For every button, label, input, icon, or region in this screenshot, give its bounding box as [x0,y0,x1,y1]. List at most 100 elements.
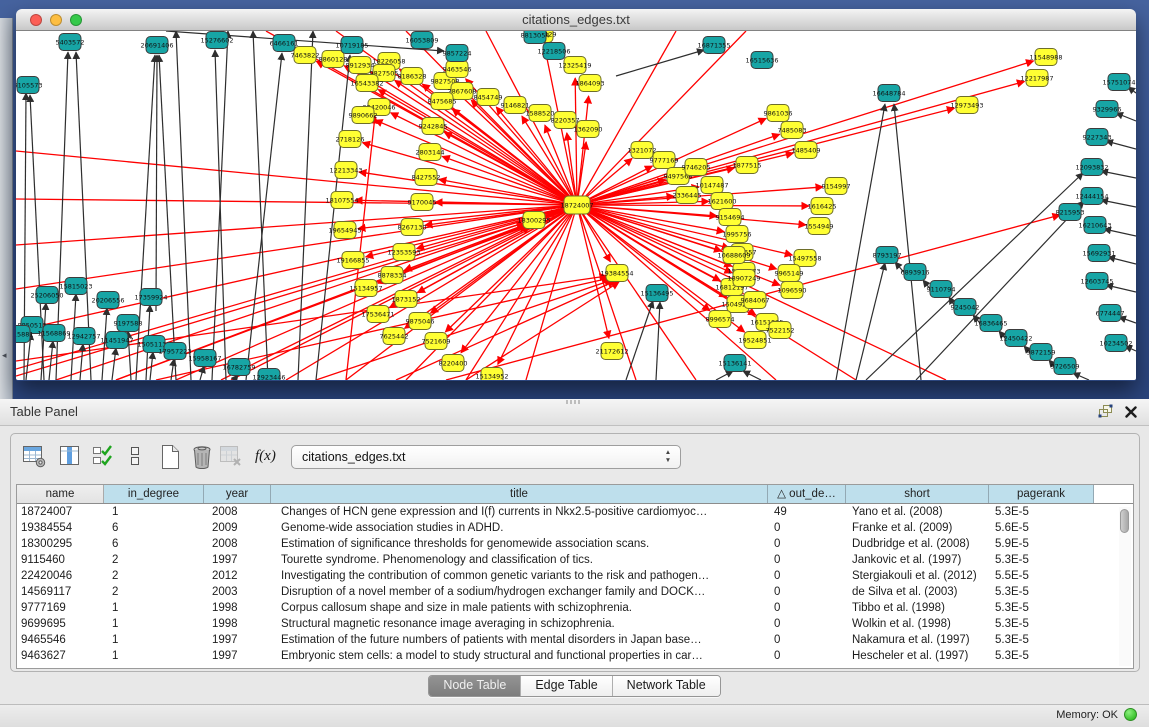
table-cell: 5.3E-5 [989,616,1094,632]
table-row[interactable]: 1872400712008Changes of HCN gene express… [17,504,1133,520]
function-builder-icon[interactable]: f(x) [255,448,276,465]
tab-network-table[interactable]: Network Table [613,676,720,696]
table-cell: Nakamura et al. (1997) [846,632,989,648]
table-row[interactable]: 969969511998Structural magnetic resonanc… [17,616,1133,632]
graph-node-label: 12325419 [558,61,591,69]
select-all-icon[interactable] [91,443,115,474]
table-container: f(x) citations_edges.txt ▲▼ namein_degre… [10,433,1140,672]
graph-node-label: 1362090 [574,125,603,133]
table-cell: 1998 [204,600,271,616]
graph-node-label: 17957223 [158,347,191,355]
table-cell: 1998 [204,616,271,632]
graph-edge-black [894,104,921,380]
graph-node-label: 8912934 [346,61,375,69]
window-title-bar[interactable]: citations_edges.txt [16,9,1136,31]
table-settings-icon[interactable] [21,443,47,474]
table-row[interactable]: 946554611997Estimation of the future num… [17,632,1133,648]
toggle-column-icon[interactable] [57,443,83,474]
graph-node-label: 15134952 [475,372,508,380]
column-header-title[interactable]: title [271,485,768,503]
graph-node-label: 1995756 [723,230,752,238]
table-cell: 5.3E-5 [989,600,1094,616]
graph-node-label: 11568869 [37,329,70,337]
table-header-row: namein_degreeyeartitle△ out_de…shortpage… [17,485,1133,504]
zoom-window-button[interactable] [70,14,82,26]
table-cell: Structural magnetic resonance image aver… [271,616,768,632]
graph-edge-black [1116,113,1136,121]
graph-node-label: 8220400 [439,359,468,367]
graph-node-label: 12218506 [537,47,570,55]
graph-edge-black [212,31,228,380]
graph-node-label: 17536471 [361,310,394,318]
close-window-button[interactable] [30,14,42,26]
table-cell: 18724007 [17,504,104,520]
graph-node-label: 12942757 [67,332,100,340]
table-row[interactable]: 1456911722003Disruption of a novel membe… [17,584,1133,600]
table-row[interactable]: 1830029562008Estimation of significance … [17,536,1133,552]
graph-node-label: 12923446 [252,373,285,380]
table-cell: 0 [768,648,846,664]
table-cell: 0 [768,600,846,616]
panel-resize-grip[interactable] [566,400,580,404]
table-cell: 2008 [204,504,271,520]
table-cell: 2008 [204,536,271,552]
memory-status-label: Memory: OK [1056,709,1118,721]
graph-edge-black [246,53,282,380]
graph-edge-black [836,104,885,380]
table-cell: Corpus callosum shape and size in male p… [271,600,768,616]
collapse-arrow-icon[interactable]: ◂ [2,350,7,361]
close-panel-icon[interactable] [1125,405,1137,423]
graph-edge-black [1073,373,1089,380]
table-row[interactable]: 977716911998Corpus callosum shape and si… [17,600,1133,616]
scrollbar-thumb[interactable] [1120,509,1129,533]
network-canvas[interactable]: 2242004698906622718126122133431810755419… [16,31,1136,380]
tab-edge-table[interactable]: Edge Table [521,676,612,696]
graph-node-label: 7522152 [766,326,795,334]
table-row[interactable]: 2242004622012Investigating the contribut… [17,568,1133,584]
graph-node-label: 9105573 [16,81,42,89]
graph-node-label: 9890662 [349,111,378,119]
graph-node-label: 15958167 [188,354,221,362]
graph-node-label: 9154694 [716,213,745,221]
column-header-name[interactable]: name [17,485,104,503]
tab-node-table[interactable]: Node Table [429,676,521,696]
graph-edge-black [743,371,761,380]
table-row[interactable]: 1938455462009Genome-wide association stu… [17,520,1133,536]
memory-status-icon[interactable] [1124,708,1137,721]
graph-node-label: 8215953 [1056,208,1085,216]
minimize-window-button[interactable] [50,14,62,26]
column-header-in_degree[interactable]: in_degree [104,485,204,503]
clear-selection-icon[interactable] [129,443,141,474]
graph-node-label: 16782759 [222,363,255,371]
graph-node-label: 1321072 [628,146,657,154]
column-header-short[interactable]: short [846,485,989,503]
column-header-out_de[interactable]: △ out_de… [768,485,846,503]
table-cell: 5.3E-5 [989,504,1094,520]
table-cell: Wolkin et al. (1998) [846,616,989,632]
graph-node-label: 8267130 [398,223,427,231]
float-panel-icon[interactable] [1098,404,1113,423]
table-toolbar: f(x) citations_edges.txt ▲▼ [11,434,1139,482]
graph-node-label: 18107554 [325,196,358,204]
graph-node-label: 12450422 [999,334,1032,342]
table-row[interactable]: 911546021997Tourette syndrome. Phenomeno… [17,552,1133,568]
table-row[interactable]: 946362711997Embryonic stem cells: a mode… [17,648,1133,664]
column-header-pagerank[interactable]: pagerank [989,485,1094,503]
control-panel-edge[interactable]: ◂ [0,18,13,399]
table-cell: 1997 [204,552,271,568]
network-table-select[interactable]: citations_edges.txt ▲▼ [291,445,681,469]
delete-entries-icon[interactable] [189,443,215,476]
graph-node-label: 25206050 [30,291,63,299]
graph-node-label: 15136141 [718,359,751,367]
table-vertical-scrollbar[interactable] [1119,507,1131,666]
graph-node-label: 8996574 [706,315,735,323]
graph-node-label: 9154997 [822,182,851,190]
node-table: namein_degreeyeartitle△ out_de…shortpage… [16,484,1134,669]
graph-node-label: 7625442 [380,332,409,340]
citation-graph[interactable]: 2242004698906622718126122133431810755419… [16,31,1136,380]
table-cell: Estimation of the future numbers of pati… [271,632,768,648]
new-table-icon[interactable] [157,443,183,476]
graph-node-label: 9329966 [1093,105,1122,113]
column-header-year[interactable]: year [204,485,271,503]
table-cell: 2 [104,552,204,568]
